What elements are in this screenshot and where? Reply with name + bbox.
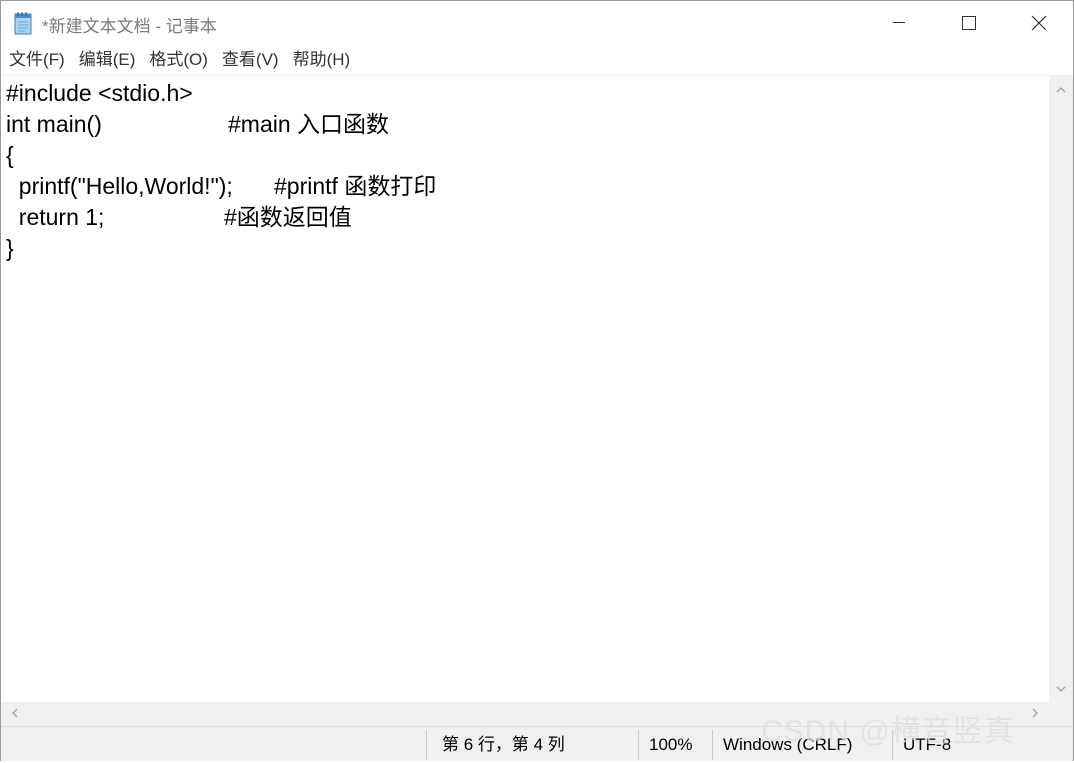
window-title: *新建文本文档 - 记事本 xyxy=(42,17,217,36)
editor-line: } xyxy=(6,235,14,261)
editor-comment: #printf 函数打印 xyxy=(274,173,437,199)
editor-line: printf("Hello,World!"); xyxy=(6,173,233,199)
chevron-down-icon xyxy=(1056,679,1066,697)
editor-line: { xyxy=(6,142,14,168)
scroll-up-button[interactable] xyxy=(1049,75,1073,103)
status-divider xyxy=(426,730,427,760)
menu-bar: 文件(F) 编辑(E) 格式(O) 查看(V) 帮助(H) xyxy=(1,45,1073,75)
close-button[interactable] xyxy=(1004,1,1074,45)
vertical-scrollbar[interactable] xyxy=(1049,75,1073,702)
scroll-down-button[interactable] xyxy=(1049,674,1073,702)
scroll-left-button[interactable] xyxy=(1,702,29,726)
chevron-left-icon xyxy=(12,705,18,723)
status-divider xyxy=(638,730,639,760)
editor-line: return 1; xyxy=(6,204,105,230)
editor-line: int main() xyxy=(6,111,102,137)
minimize-button[interactable] xyxy=(864,1,934,45)
status-divider xyxy=(712,730,713,760)
maximize-icon xyxy=(962,16,976,30)
text-editor[interactable]: #include <stdio.h> int main() #main 入口函数… xyxy=(1,75,1049,703)
scroll-right-button[interactable] xyxy=(1021,702,1049,726)
watermark: CSDN @横音竖真 xyxy=(761,715,1015,748)
status-cursor-position: 第 6 行，第 4 列 xyxy=(442,735,565,754)
status-zoom: 100% xyxy=(649,735,693,754)
notepad-window: *新建文本文档 - 记事本 文件(F) 编辑(E) 格式(O) 查看(V) 帮助… xyxy=(0,0,1074,761)
menu-edit[interactable]: 编辑(E) xyxy=(72,45,143,75)
menu-view[interactable]: 查看(V) xyxy=(215,45,286,75)
close-icon xyxy=(1031,15,1047,31)
maximize-button[interactable] xyxy=(934,1,1004,45)
chevron-up-icon xyxy=(1056,80,1066,98)
menu-file[interactable]: 文件(F) xyxy=(1,45,72,75)
chevron-right-icon xyxy=(1032,705,1038,723)
title-bar[interactable]: *新建文本文档 - 记事本 xyxy=(1,1,1073,45)
menu-help[interactable]: 帮助(H) xyxy=(286,45,358,75)
menu-format[interactable]: 格式(O) xyxy=(142,45,215,75)
editor-comment: #函数返回值 xyxy=(224,204,352,230)
scroll-corner xyxy=(1049,702,1073,726)
minimize-icon xyxy=(893,22,905,24)
editor-line: #include <stdio.h> xyxy=(6,80,193,106)
editor-comment: #main 入口函数 xyxy=(228,111,390,137)
notepad-icon xyxy=(13,11,33,35)
